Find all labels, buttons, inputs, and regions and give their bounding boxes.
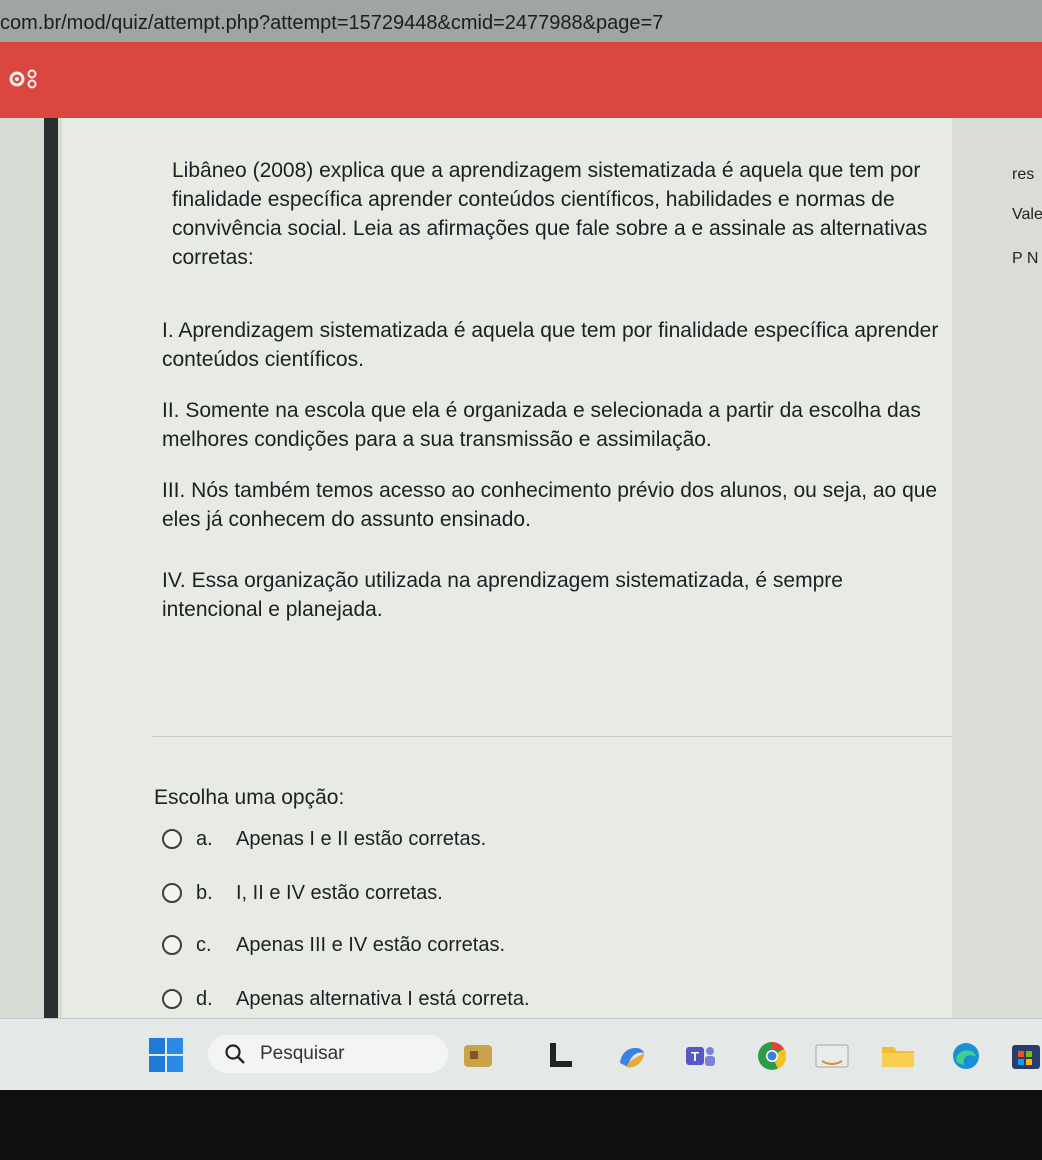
option-text: Apenas alternativa I está correta. xyxy=(236,987,530,1010)
copilot-icon[interactable] xyxy=(612,1039,652,1073)
taskbar-search[interactable]: Pesquisar xyxy=(208,1035,448,1073)
right-panel-text-1: res xyxy=(1012,166,1035,183)
option-letter: d. xyxy=(196,987,213,1010)
widgets-icon[interactable] xyxy=(458,1039,498,1073)
url-text[interactable]: com.br/mod/quiz/attempt.php?attempt=1572… xyxy=(0,12,663,35)
screen: com.br/mod/quiz/attempt.php?attempt=1572… xyxy=(0,0,1042,1160)
statement-1: I. Aprendizagem sistematizada é aquela q… xyxy=(162,319,939,371)
svg-text:T: T xyxy=(691,1049,699,1064)
browser-address-bar[interactable]: com.br/mod/quiz/attempt.php?attempt=1572… xyxy=(0,0,1042,43)
file-icon[interactable] xyxy=(540,1039,580,1073)
taskbar: Pesquisar T xyxy=(0,1018,1042,1091)
option-text: Apenas I e II estão corretas. xyxy=(236,827,487,850)
left-drawer xyxy=(0,118,62,1018)
folder-icon[interactable] xyxy=(878,1039,918,1073)
option-letter: b. xyxy=(196,881,213,904)
chrome-icon[interactable] xyxy=(752,1039,792,1073)
divider xyxy=(152,736,952,737)
statement-4: IV. Essa organização utilizada na aprend… xyxy=(162,569,843,621)
option-text: Apenas III e IV estão corretas. xyxy=(236,933,506,956)
windows-start-icon[interactable] xyxy=(148,1037,184,1073)
choose-option-label: Escolha uma opção: xyxy=(154,786,345,809)
store-icon[interactable] xyxy=(1006,1039,1042,1073)
radio-a[interactable] xyxy=(162,829,182,849)
question-content: Libâneo (2008) explica que a aprendizage… xyxy=(62,118,952,1018)
monitor-bezel xyxy=(0,1090,1042,1160)
radio-c[interactable] xyxy=(162,935,182,955)
option-letter: a. xyxy=(196,827,213,850)
option-d[interactable]: d. Apenas alternativa I está correta. xyxy=(162,984,530,1014)
drawer-edge xyxy=(44,118,58,1018)
right-panel-text-3: P N xyxy=(1012,250,1039,267)
radio-d[interactable] xyxy=(162,989,182,1009)
option-c[interactable]: c. Apenas III e IV estão corretas. xyxy=(162,930,505,960)
teams-icon[interactable]: T xyxy=(680,1039,720,1073)
question-text: Libâneo (2008) explica que a aprendizage… xyxy=(172,159,928,269)
amazon-icon[interactable] xyxy=(812,1039,852,1073)
edge-icon[interactable] xyxy=(946,1039,986,1073)
option-letter: c. xyxy=(196,933,212,956)
radio-b[interactable] xyxy=(162,883,182,903)
option-a[interactable]: a. Apenas I e II estão corretas. xyxy=(162,824,486,854)
right-panel-text-2: Vale xyxy=(1012,206,1042,223)
statement-3: III. Nós também temos acesso ao conhecim… xyxy=(162,479,938,531)
search-icon xyxy=(225,1044,245,1064)
search-label: Pesquisar xyxy=(260,1043,345,1064)
right-panel: res Vale P N xyxy=(952,118,1042,1018)
statement-2: II. Somente na escola que ela é organiza… xyxy=(162,399,921,451)
option-b[interactable]: b. I, II e IV estão corretas. xyxy=(162,878,443,908)
option-text: I, II e IV estão corretas. xyxy=(236,881,443,904)
gear-icon[interactable] xyxy=(8,68,40,90)
